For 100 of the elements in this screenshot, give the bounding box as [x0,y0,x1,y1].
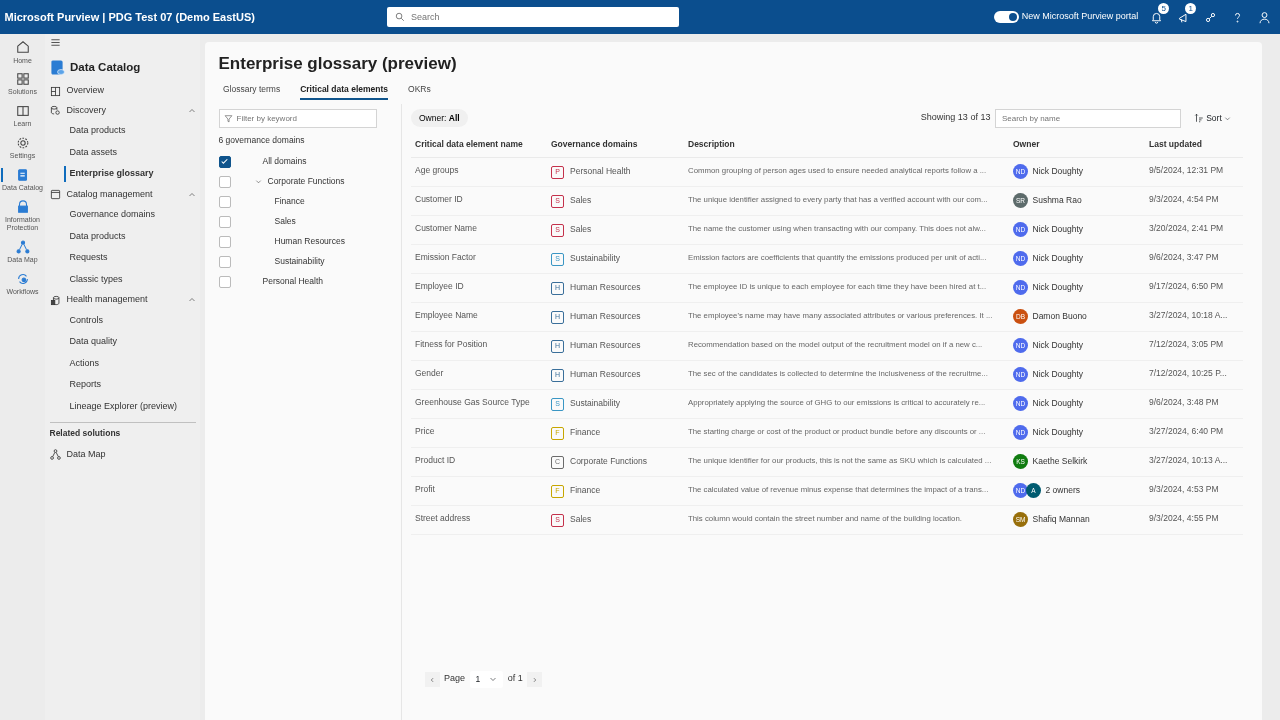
search-field[interactable]: Search [386,7,679,27]
table-cell: 9/17/2024, 6:50 PM [1145,273,1243,303]
page-title: Enterprise glossary (preview) [218,53,458,75]
sidebar-item[interactable]: Data quality [49,331,196,353]
domain-label: Sales [570,223,592,234]
nodes-icon [15,239,30,254]
domain-label[interactable]: Sustainability [274,255,325,268]
sidebar-item[interactable]: Reports [49,374,196,396]
filter-field[interactable]: Filter by keyword [218,108,377,128]
checkbox[interactable] [218,215,231,228]
page-count: of 1 [507,672,523,686]
sort-button[interactable]: Sort [1189,109,1235,127]
table-cell: Customer Name [411,215,547,245]
home-icon [15,40,30,55]
sidebar-item[interactable]: Governance domains [49,204,196,226]
previous-page-button[interactable] [424,671,440,687]
domain-label: Finance [570,484,601,495]
chevron-icon [489,675,498,684]
domain-label[interactable]: Human Resources [274,235,345,248]
sidebar-item[interactable]: Overview [49,81,196,101]
catalog-icon [15,168,30,182]
sidebar-item[interactable]: Enterprise glossary [49,163,196,185]
filter-icon [223,113,233,123]
owner-name: Nick Doughty [1032,368,1084,382]
notification-badge: 1 [1185,3,1197,14]
table-cell: 9/5/2024, 12:31 PM [1145,157,1243,187]
domain-label[interactable]: Sales [274,215,296,228]
domain-label[interactable]: Finance [274,195,305,208]
table-cell: 9/6/2024, 3:48 PM [1145,389,1243,419]
toggle-switch[interactable] [994,11,1020,23]
sidebar-item[interactable]: Data products [49,225,196,248]
person-icon[interactable] [1257,10,1271,24]
table-cell: Fitness for Position [411,331,547,361]
checkbox[interactable] [218,195,231,208]
tab[interactable]: OKRs [408,78,431,100]
checkbox[interactable] [218,235,231,248]
owner-name: Nick Doughty [1032,397,1084,411]
domain-label[interactable]: All domains [262,155,307,168]
sidebar-item[interactable]: Controls [49,309,196,332]
table-cell: 3/27/2024, 10:13 A... [1145,447,1243,477]
sidebar-title: Data Catalog [70,60,141,76]
sidebar-item[interactable]: Health management [49,290,196,310]
page-select[interactable]: 1 [469,670,504,688]
table-cell: Gender [411,360,547,390]
owner-name: Nick Doughty [1032,223,1084,237]
table-cell: 7/12/2024, 3:05 PM [1145,331,1243,361]
sidebar-item[interactable]: Requests [49,247,196,269]
chevron-icon [531,676,538,683]
check-icon [220,157,229,166]
owner-name: 2 owners [1045,484,1080,498]
domain-label: Corporate Functions [570,455,647,466]
domain-label: Human Resources [570,339,641,350]
table-cell: Customer ID [411,186,547,216]
table-cell: Street address [411,505,547,535]
domain-label: Human Resources [570,281,641,292]
cycle-icon [15,271,30,286]
search-icon [394,12,405,22]
sidebar-item[interactable]: Data products [49,120,196,142]
domain-label: Sales [570,513,592,524]
next-page-button[interactable] [527,671,543,687]
chevron-icon[interactable] [254,178,262,185]
sidebar-item[interactable]: Catalog management [49,184,196,205]
owner-filter[interactable]: Owner: All [411,108,468,128]
checkbox[interactable] [218,155,231,168]
owner-name: Nick Doughty [1032,426,1084,440]
bell-icon[interactable] [1149,10,1163,24]
sidebar-item[interactable]: Actions [49,352,196,375]
table-cell: Employee ID [411,273,547,303]
domain-label[interactable]: Personal Health [262,275,323,288]
owner-name: Nick Doughty [1032,252,1084,266]
sidebar-item[interactable]: Discovery [49,100,196,121]
page-label: Page [444,672,466,686]
sidebar-item[interactable]: Classic types [49,268,196,291]
owner-name: Damon Buono [1032,310,1087,324]
share-icon[interactable] [1203,10,1217,24]
domain-label[interactable]: Corporate Functions [267,175,345,188]
sidebar-item[interactable]: Data Map [49,444,196,464]
search-field[interactable]: Search by name [994,108,1181,128]
tab[interactable]: Critical data elements [300,78,389,100]
checkbox[interactable] [218,275,231,288]
nodes-icon [49,448,61,460]
sidebar-item[interactable]: Data assets [49,141,196,164]
table-cell: 3/27/2024, 6:40 PM [1145,418,1243,448]
table-cell: Profit [411,476,547,506]
result-count: Showing 13 of 13 [920,111,991,125]
owner-name: Kaethe Selkirk [1032,455,1088,469]
domain-label: Finance [570,426,601,437]
menu-icon[interactable] [49,37,61,49]
domain-label: Sustainability [570,252,621,263]
lock-icon [15,199,30,214]
tab[interactable]: Glossary terms [223,78,281,100]
checkbox[interactable] [218,255,231,268]
table-cell: Price [411,418,547,448]
checkbox[interactable] [218,175,231,188]
sidebar-item[interactable]: Lineage Explorer (preview) [49,395,196,418]
table-cell: 3/20/2024, 2:41 PM [1145,215,1243,245]
domain-count: 6 governance domains [218,134,306,147]
notification-badge: 5 [1158,3,1170,14]
app-title: Microsoft Purview | PDG Test 07 (Demo EastUS) [4,9,255,25]
database-icon [49,105,61,116]
